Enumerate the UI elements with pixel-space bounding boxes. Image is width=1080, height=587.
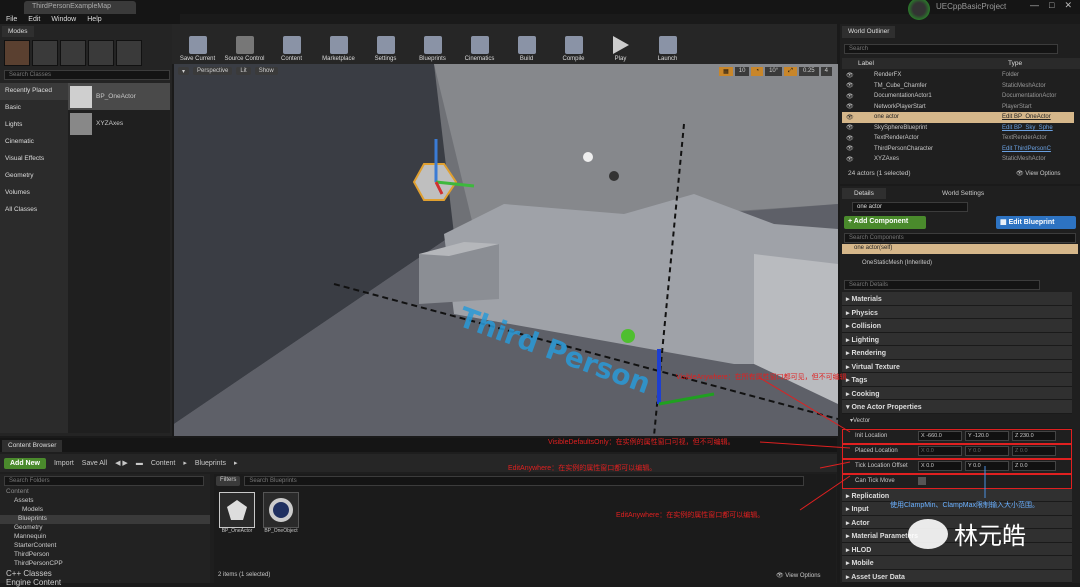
annotation-edit-anywhere-1: EditAnywhere：在实例的属性窗口都可以编辑。 <box>508 465 657 472</box>
annotation-edit-anywhere-2: EditAnywhere：在实例的属性窗口都可以编辑。 <box>616 512 765 519</box>
annotation-clamp: 使用ClampMin、ClampMax限制输入大小范围。 <box>890 502 1039 509</box>
annotation-visible-anywhere: VisibleAnywhere：在所有属性窗口都可见，但不可编辑 <box>676 374 847 381</box>
watermark: 林元皓 <box>908 516 1026 551</box>
annotation-lines <box>759 377 986 511</box>
wechat-icon <box>908 518 948 549</box>
annotation-visible-defaults-only: VisibleDefaultsOnly：在实例的属性窗口可视，但不可编辑。 <box>548 439 735 446</box>
